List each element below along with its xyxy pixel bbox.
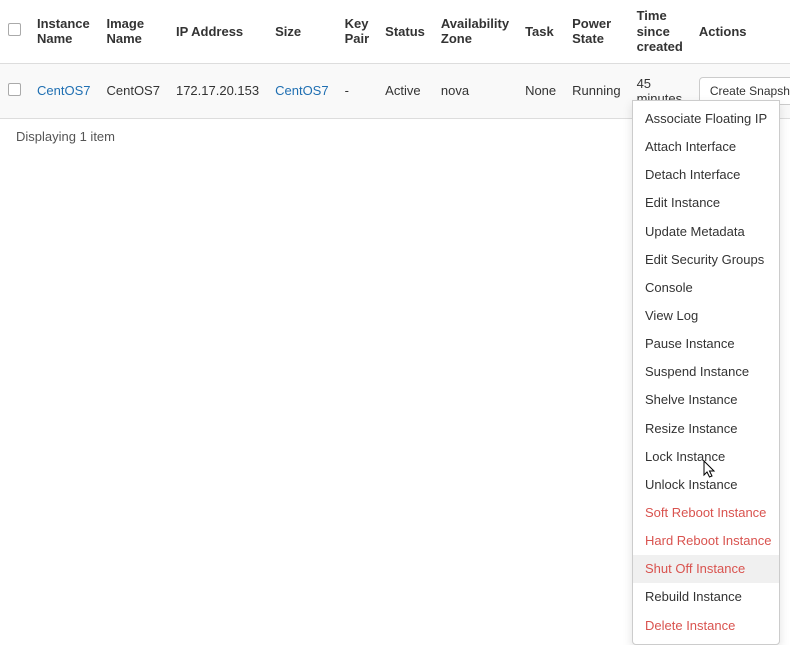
- cell-availability-zone: nova: [433, 63, 517, 118]
- dropdown-item[interactable]: Lock Instance: [633, 443, 779, 471]
- col-availability-zone[interactable]: Availability Zone: [433, 0, 517, 63]
- row-checkbox[interactable]: [8, 83, 21, 96]
- dropdown-item[interactable]: Rebuild Instance: [633, 583, 779, 611]
- col-key-pair[interactable]: Key Pair: [337, 0, 378, 63]
- cell-ip-address: 172.17.20.153: [168, 63, 267, 118]
- dropdown-item[interactable]: Soft Reboot Instance: [633, 499, 779, 527]
- dropdown-item[interactable]: View Log: [633, 302, 779, 330]
- dropdown-item[interactable]: Pause Instance: [633, 330, 779, 358]
- size-link[interactable]: CentOS7: [275, 83, 328, 98]
- col-task[interactable]: Task: [517, 0, 564, 63]
- dropdown-item[interactable]: Unlock Instance: [633, 471, 779, 499]
- dropdown-item[interactable]: Console: [633, 274, 779, 302]
- col-status[interactable]: Status: [377, 0, 433, 63]
- table-header-row: Instance Name Image Name IP Address Size…: [0, 0, 790, 63]
- dropdown-item[interactable]: Suspend Instance: [633, 358, 779, 386]
- col-actions: Actions: [691, 0, 790, 63]
- dropdown-item[interactable]: Delete Instance: [633, 612, 779, 640]
- col-time-since-created[interactable]: Time since created: [629, 0, 691, 63]
- dropdown-item[interactable]: Resize Instance: [633, 415, 779, 443]
- dropdown-item[interactable]: Edit Security Groups: [633, 246, 779, 274]
- col-power-state[interactable]: Power State: [564, 0, 628, 63]
- cell-size: CentOS7: [267, 63, 336, 118]
- dropdown-item[interactable]: Edit Instance: [633, 189, 779, 217]
- col-instance-name[interactable]: Instance Name: [29, 0, 98, 63]
- dropdown-item[interactable]: Update Metadata: [633, 218, 779, 246]
- cell-image-name: CentOS7: [98, 63, 167, 118]
- cell-key-pair: -: [337, 63, 378, 118]
- col-ip-address[interactable]: IP Address: [168, 0, 267, 63]
- instance-name-link[interactable]: CentOS7: [37, 83, 90, 98]
- cell-status: Active: [377, 63, 433, 118]
- cell-instance-name: CentOS7: [29, 63, 98, 118]
- dropdown-item[interactable]: Associate Floating IP: [633, 105, 779, 133]
- col-image-name[interactable]: Image Name: [98, 0, 167, 63]
- dropdown-item[interactable]: Shut Off Instance: [633, 555, 779, 583]
- select-all-checkbox[interactable]: [8, 23, 21, 36]
- col-size[interactable]: Size: [267, 0, 336, 63]
- dropdown-item[interactable]: Shelve Instance: [633, 386, 779, 414]
- dropdown-item[interactable]: Detach Interface: [633, 161, 779, 189]
- cell-power-state: Running: [564, 63, 628, 118]
- actions-dropdown-menu: Associate Floating IPAttach InterfaceDet…: [632, 100, 780, 645]
- row-checkbox-cell: [0, 63, 29, 118]
- dropdown-item[interactable]: Attach Interface: [633, 133, 779, 161]
- header-checkbox-cell: [0, 0, 29, 63]
- dropdown-item[interactable]: Hard Reboot Instance: [633, 527, 779, 555]
- cell-task: None: [517, 63, 564, 118]
